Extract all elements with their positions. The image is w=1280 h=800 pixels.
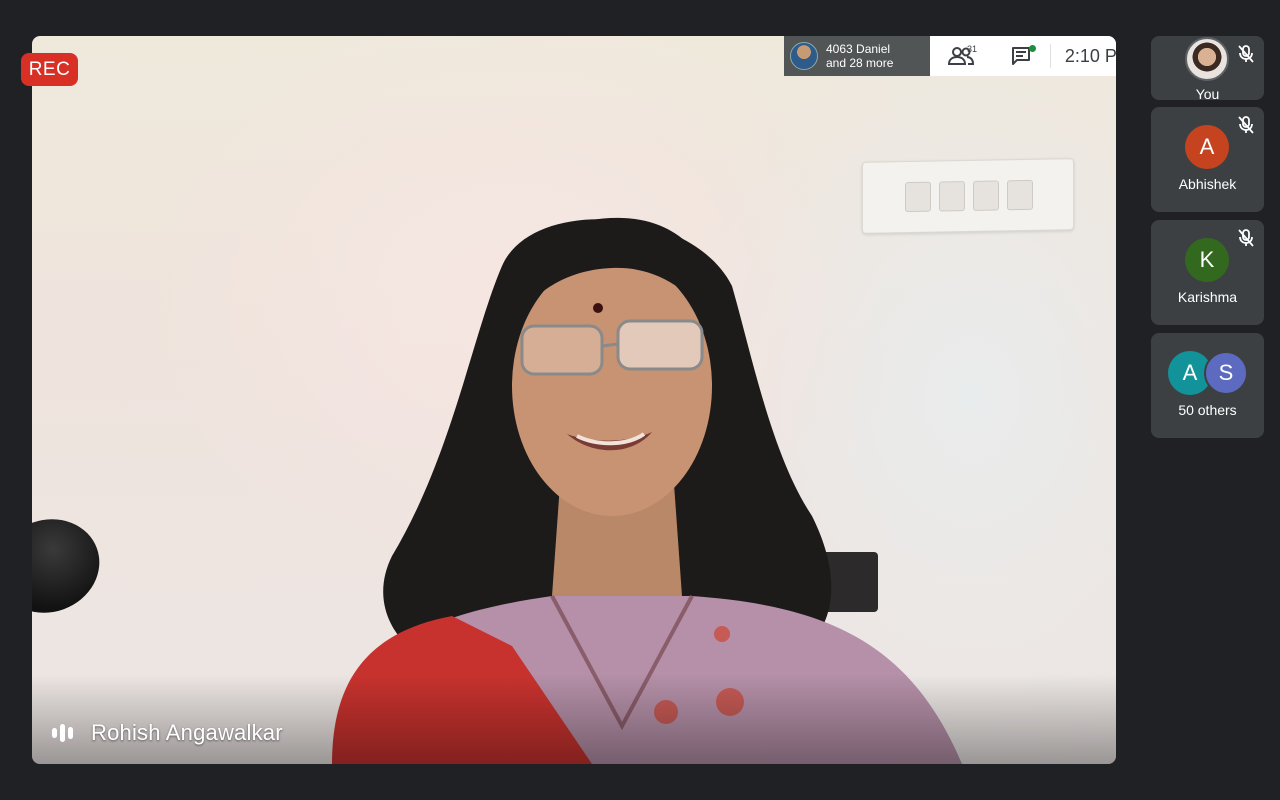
others-tile[interactable]: A S 50 others — [1151, 333, 1264, 438]
mic-off-icon — [1238, 229, 1254, 247]
meeting-toolbar: 31 2:10 P — [930, 36, 1116, 76]
speaker-name-tag: Rohish Angawalkar — [52, 720, 283, 746]
mic-off-icon — [1238, 45, 1254, 63]
presenter-video — [332, 217, 962, 764]
chat-button[interactable] — [993, 36, 1050, 76]
active-speakers-chip[interactable]: 4063 Daniel and 28 more — [784, 36, 930, 76]
mic-off-icon — [1238, 116, 1254, 134]
meeting-clock: 2:10 P — [1064, 45, 1116, 66]
chat-notification-dot — [1028, 45, 1036, 52]
participant-name: You — [1195, 86, 1220, 102]
audio-levels-icon — [52, 723, 73, 743]
participant-name: Abhishek — [1178, 176, 1237, 192]
speaking-chip-line2: and 28 more — [826, 56, 894, 70]
participant-tile-you[interactable]: You — [1151, 36, 1264, 102]
people-button[interactable]: 31 — [930, 36, 993, 76]
others-count-label: 50 others — [1178, 402, 1237, 418]
speaker-name: Rohish Angawalkar — [91, 720, 283, 745]
meeting-window: Rohish Angawalkar REC 4063 Daniel and 28… — [0, 0, 1280, 800]
others-avatar-2: S — [1204, 351, 1248, 395]
participant-tile-karishma[interactable]: K Karishma — [1151, 220, 1264, 325]
participant-name: Karishma — [1177, 289, 1238, 305]
speaking-chip-line1: 4063 Daniel — [826, 42, 891, 56]
participant-tile-abhishek[interactable]: A Abhishek — [1151, 107, 1264, 212]
people-count: 31 — [967, 44, 978, 54]
self-avatar — [1185, 37, 1229, 81]
participant-avatar: A — [1185, 125, 1229, 169]
main-video-tile[interactable]: Rohish Angawalkar — [32, 36, 1116, 764]
recording-badge: REC — [21, 53, 78, 86]
speaker-avatar — [790, 42, 818, 70]
participant-avatar: K — [1185, 238, 1229, 282]
name-overlay-gradient — [32, 674, 1116, 764]
